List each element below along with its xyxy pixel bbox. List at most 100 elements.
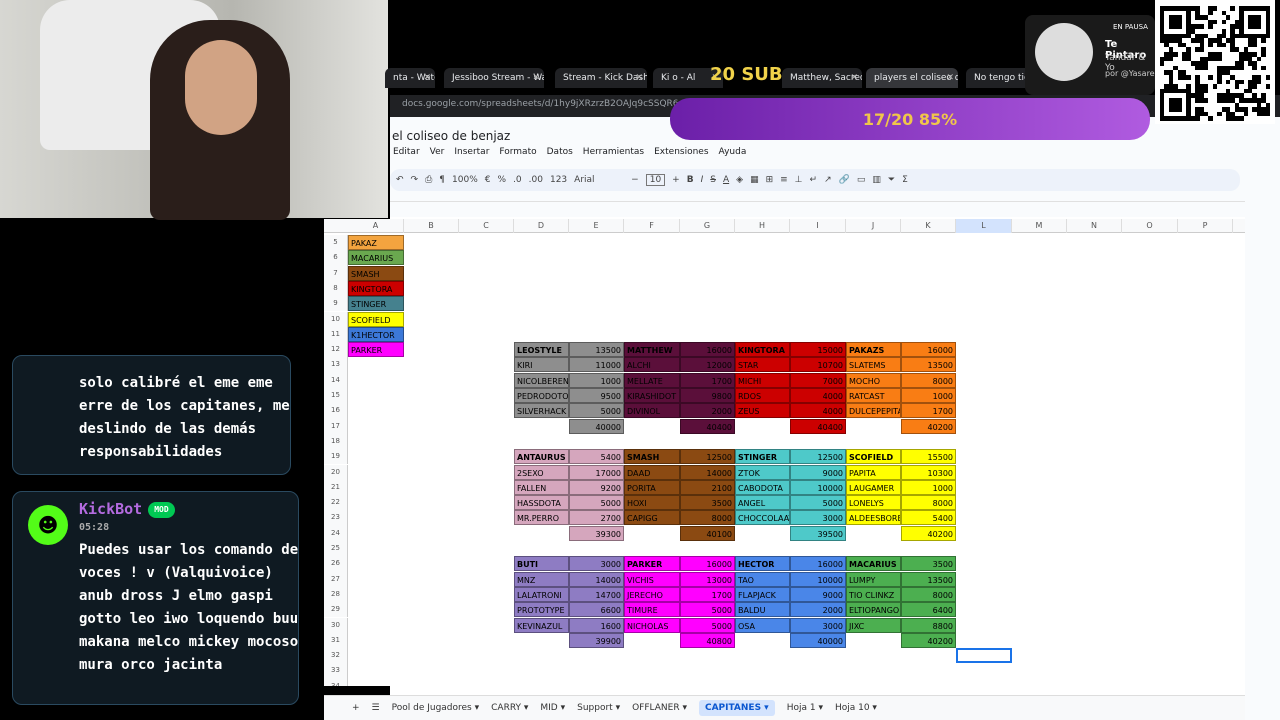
- player-value-cell[interactable]: 4000: [790, 388, 846, 403]
- team-total-cell[interactable]: 39300: [569, 525, 624, 541]
- column-header[interactable]: M: [1012, 219, 1067, 233]
- player-value-cell[interactable]: 5000: [790, 495, 846, 511]
- player-name-cell[interactable]: VICHIS: [624, 571, 680, 587]
- sheet-tab[interactable]: Support ▾: [577, 703, 620, 713]
- wrap-icon[interactable]: ↵: [810, 175, 818, 185]
- player-value-cell[interactable]: 8000: [901, 372, 956, 388]
- sheet-tab[interactable]: OFFLANER ▾: [632, 703, 687, 713]
- undo-icon[interactable]: ↶: [396, 175, 404, 185]
- column-header[interactable]: H: [735, 219, 790, 233]
- player-name-cell[interactable]: KEVINAZUL: [514, 617, 569, 633]
- browser-tab[interactable]: Jessiboo Stream - Watch✕: [444, 68, 544, 88]
- text-color-button[interactable]: A: [723, 175, 729, 185]
- player-name-cell[interactable]: STINGER: [735, 449, 790, 465]
- chart-icon[interactable]: ▥: [872, 175, 881, 185]
- player-value-cell[interactable]: 15000: [790, 342, 846, 358]
- player-name-cell[interactable]: STAR: [735, 357, 790, 373]
- team-total-cell[interactable]: 40400: [790, 418, 846, 434]
- row-header[interactable]: 11: [324, 326, 348, 343]
- menu-item[interactable]: Ayuda: [719, 147, 747, 157]
- player-value-cell[interactable]: 16000: [790, 556, 846, 572]
- sheet-tab[interactable]: Hoja 1 ▾: [787, 703, 823, 713]
- player-value-cell[interactable]: 13500: [901, 571, 956, 587]
- team-list-cell[interactable]: K1HECTOR: [348, 326, 404, 342]
- row-header[interactable]: 30: [324, 617, 348, 633]
- player-value-cell[interactable]: 13500: [569, 342, 624, 358]
- link-icon[interactable]: 🔗: [839, 175, 850, 185]
- player-name-cell[interactable]: 2SEXO: [514, 464, 569, 480]
- column-header[interactable]: K: [901, 219, 956, 233]
- player-name-cell[interactable]: MICHI: [735, 372, 790, 388]
- italic-button[interactable]: I: [701, 175, 704, 185]
- player-value-cell[interactable]: 9800: [680, 388, 735, 403]
- column-header[interactable]: C: [459, 219, 514, 233]
- menu-item[interactable]: Extensiones: [654, 147, 708, 157]
- row-header[interactable]: 24: [324, 525, 348, 541]
- player-name-cell[interactable]: TIMURE: [624, 602, 680, 618]
- player-value-cell[interactable]: 10000: [790, 571, 846, 587]
- column-header[interactable]: O: [1122, 219, 1178, 233]
- spreadsheet-grid[interactable]: ABCDEFGHIJKLMNOP 5 6 7 8 9 10 11 12 13 14 15 16 17 18…: [324, 219, 1245, 686]
- player-name-cell[interactable]: DIVINOL: [624, 403, 680, 419]
- player-name-cell[interactable]: ZEUS: [735, 403, 790, 419]
- player-value-cell[interactable]: 8800: [901, 617, 956, 633]
- player-value-cell[interactable]: 1000: [901, 479, 956, 495]
- player-value-cell[interactable]: 2000: [790, 602, 846, 618]
- player-value-cell[interactable]: 1000: [901, 388, 956, 403]
- player-name-cell[interactable]: LONELYS: [846, 495, 901, 511]
- tab-close-icon[interactable]: ✕: [532, 68, 540, 88]
- player-value-cell[interactable]: 3000: [790, 510, 846, 526]
- player-value-cell[interactable]: 3000: [790, 617, 846, 633]
- row-header[interactable]: 34: [324, 678, 348, 686]
- browser-tab[interactable]: players el coliseo de benj✕: [866, 68, 958, 88]
- player-name-cell[interactable]: KINGTORA: [735, 342, 790, 358]
- column-header[interactable]: B: [404, 219, 459, 233]
- player-name-cell[interactable]: ALDEESBORED: [846, 510, 901, 526]
- strikethrough-button[interactable]: S: [710, 175, 716, 185]
- player-value-cell[interactable]: 16000: [680, 342, 735, 358]
- player-value-cell[interactable]: 5000: [680, 602, 735, 618]
- player-value-cell[interactable]: 10300: [901, 464, 956, 480]
- player-value-cell[interactable]: 5400: [901, 510, 956, 526]
- player-value-cell[interactable]: 4000: [790, 403, 846, 419]
- column-header[interactable]: D: [514, 219, 569, 233]
- player-value-cell[interactable]: 12500: [790, 449, 846, 465]
- team-total-cell[interactable]: 40100: [680, 525, 735, 541]
- column-header[interactable]: J: [846, 219, 901, 233]
- player-value-cell[interactable]: 5000: [680, 617, 735, 633]
- player-name-cell[interactable]: MACARIUS: [846, 556, 901, 572]
- team-total-cell[interactable]: 40400: [680, 418, 735, 434]
- player-value-cell[interactable]: 9000: [790, 586, 846, 602]
- team-list-cell[interactable]: SMASH: [348, 265, 404, 281]
- increase-decimals-button[interactable]: .00: [529, 175, 543, 185]
- player-value-cell[interactable]: 15500: [901, 449, 956, 465]
- print-icon[interactable]: ⎙: [425, 175, 432, 185]
- player-value-cell[interactable]: 13500: [901, 357, 956, 373]
- player-value-cell[interactable]: 1700: [680, 586, 735, 602]
- menu-item[interactable]: Herramientas: [583, 147, 644, 157]
- row-header[interactable]: 15: [324, 388, 348, 404]
- player-value-cell[interactable]: 9200: [569, 479, 624, 495]
- player-name-cell[interactable]: FALLEN: [514, 479, 569, 495]
- player-name-cell[interactable]: LEOSTYLE: [514, 342, 569, 358]
- player-value-cell[interactable]: 3000: [569, 556, 624, 572]
- font-size-input[interactable]: 10: [645, 174, 666, 186]
- player-name-cell[interactable]: HOXI: [624, 495, 680, 511]
- row-header[interactable]: 7: [324, 265, 348, 281]
- player-name-cell[interactable]: DAAD: [624, 464, 680, 480]
- player-name-cell[interactable]: SMASH: [624, 449, 680, 465]
- row-header[interactable]: 6: [324, 250, 348, 266]
- row-header[interactable]: 25: [324, 541, 348, 557]
- filter-icon[interactable]: ⏷: [888, 175, 895, 185]
- player-value-cell[interactable]: 14700: [569, 586, 624, 602]
- player-value-cell[interactable]: 5000: [569, 403, 624, 419]
- player-name-cell[interactable]: ANGEL: [735, 495, 790, 511]
- player-name-cell[interactable]: KIRI: [514, 357, 569, 373]
- row-header[interactable]: 8: [324, 280, 348, 297]
- row-header[interactable]: 20: [324, 464, 348, 480]
- column-header[interactable]: P: [1178, 219, 1233, 233]
- team-total-cell[interactable]: 40200: [901, 632, 956, 648]
- sheet-tab[interactable]: Hoja 10 ▾: [835, 703, 877, 713]
- player-name-cell[interactable]: KIRASHIDOT: [624, 388, 680, 403]
- row-header[interactable]: 29: [324, 602, 348, 618]
